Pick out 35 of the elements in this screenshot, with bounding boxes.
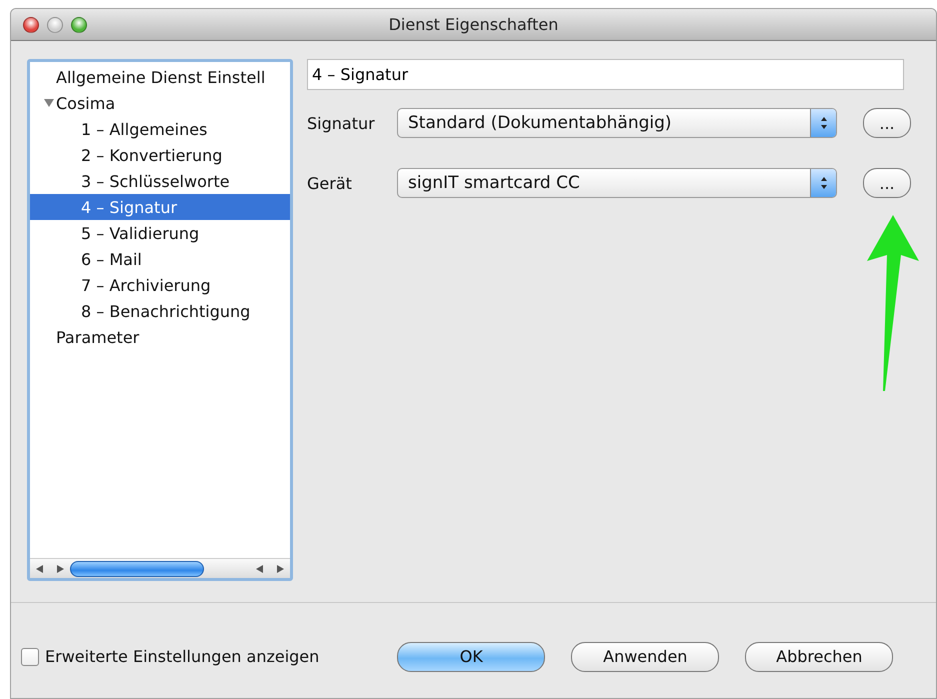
tree-item[interactable]: Allgemeine Dienst Einstell — [30, 64, 290, 90]
browse-button[interactable]: ... — [863, 108, 911, 138]
minimize-button[interactable] — [47, 16, 63, 32]
tree-item[interactable]: 2 – Konvertierung — [30, 142, 290, 168]
tree-item[interactable]: Cosima — [30, 90, 290, 116]
tree-item[interactable]: 6 – Mail — [30, 246, 290, 272]
horizontal-scrollbar[interactable] — [30, 558, 290, 578]
stepper-arrows-icon — [820, 176, 828, 190]
scroll-left-icon[interactable] — [36, 564, 44, 572]
close-button[interactable] — [23, 16, 39, 32]
default-button[interactable]: OK — [397, 642, 546, 672]
checkbox[interactable] — [21, 648, 39, 666]
field-label: Signatur — [307, 114, 376, 132]
disclosure-triangle-icon[interactable] — [44, 98, 54, 108]
dialog-button[interactable]: Anwenden — [571, 642, 720, 672]
tree-item[interactable]: 8 – Benachrichtigung — [30, 298, 290, 324]
tree-item[interactable]: 4 – Signatur — [30, 194, 290, 220]
tree-item[interactable]: 5 – Validierung — [30, 220, 290, 246]
window-title: Dienst Eigenschaften — [388, 15, 558, 34]
tree-item[interactable]: 3 – Schlüsselworte — [30, 168, 290, 194]
section-title-field[interactable]: 4 – Signatur — [307, 59, 904, 90]
dropdown[interactable]: signIT smartcard CC — [397, 168, 837, 198]
tree-item[interactable]: 1 – Allgemeines — [30, 116, 290, 142]
scroll-right-icon[interactable] — [276, 564, 284, 572]
scroll-left-icon[interactable] — [256, 564, 264, 572]
tree-item[interactable]: 7 – Archivierung — [30, 272, 290, 298]
dialog-button[interactable]: Abbrechen — [745, 642, 894, 672]
stepper-arrows-icon — [820, 116, 828, 130]
zoom-button[interactable] — [71, 16, 87, 32]
scroll-right-icon[interactable] — [56, 564, 64, 572]
dropdown[interactable]: Standard (Dokumentabhängig) — [397, 108, 837, 138]
browse-button[interactable]: ... — [863, 168, 911, 198]
field-label: Gerät — [307, 174, 353, 192]
checkbox-label: Erweiterte Einstellungen anzeigen — [45, 647, 320, 666]
tree-item[interactable]: Parameter — [30, 324, 290, 350]
